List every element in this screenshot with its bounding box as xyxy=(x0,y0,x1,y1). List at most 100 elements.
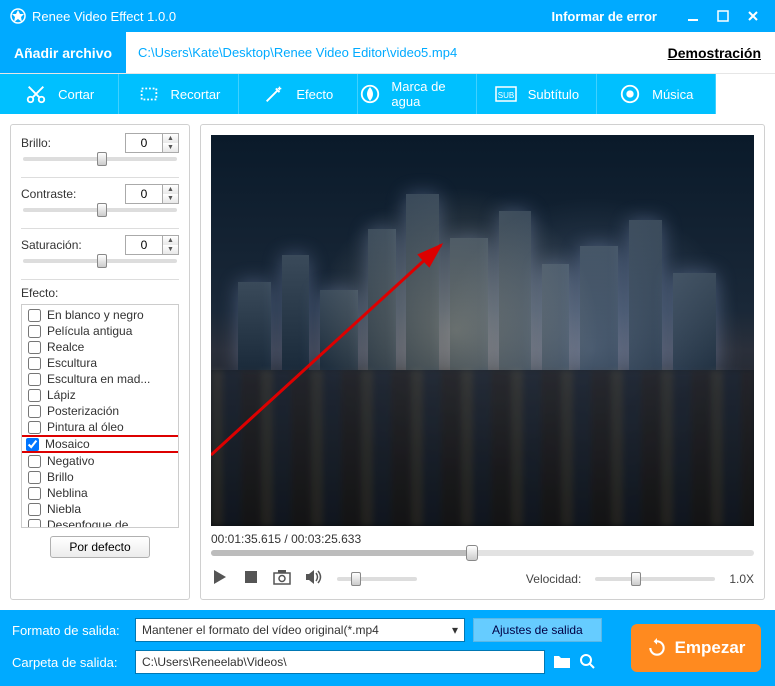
divider xyxy=(21,228,179,229)
report-error-link[interactable]: Informar de error xyxy=(552,9,657,24)
fx-checkbox[interactable] xyxy=(28,357,41,370)
fx-checkbox[interactable] xyxy=(28,487,41,500)
fx-item-label: En blanco y negro xyxy=(47,308,144,322)
maximize-button[interactable] xyxy=(711,4,735,28)
fx-item[interactable]: Neblina xyxy=(22,485,178,501)
preview-panel: 00:01:35.615 / 00:03:25.633 Velocidad: 1… xyxy=(200,124,765,600)
close-button[interactable] xyxy=(741,4,765,28)
fx-checkbox[interactable] xyxy=(28,389,41,402)
add-file-button[interactable]: Añadir archivo xyxy=(0,32,126,73)
fx-checkbox[interactable] xyxy=(28,503,41,516)
fx-item-label: Escultura en mad... xyxy=(47,372,150,386)
video-preview[interactable] xyxy=(211,135,754,526)
slider-thumb[interactable] xyxy=(97,203,107,217)
output-folder-value: C:\Users\Reneelab\Videos\ xyxy=(142,655,287,669)
brightness-input[interactable] xyxy=(126,136,162,150)
divider xyxy=(21,177,179,178)
output-format-combo[interactable]: Mantener el formato del vídeo original(*… xyxy=(135,618,465,642)
demo-link[interactable]: Demostración xyxy=(668,45,761,61)
fx-checkbox[interactable] xyxy=(28,325,41,338)
fx-item-label: Película antigua xyxy=(47,324,132,338)
main-area: Brillo: ▲▼ Contraste: ▲▼ xyxy=(0,114,775,610)
tab-bar: Cortar Recortar Efecto Marca de agua SUB… xyxy=(0,74,775,114)
spin-up-icon[interactable]: ▲ xyxy=(163,236,178,245)
play-button[interactable] xyxy=(211,568,229,589)
slider-thumb[interactable] xyxy=(97,254,107,268)
slider-thumb[interactable] xyxy=(97,152,107,166)
fx-checkbox[interactable] xyxy=(28,341,41,354)
contrast-input[interactable] xyxy=(126,187,162,201)
speed-label: Velocidad: xyxy=(526,572,581,586)
contrast-spinbox[interactable]: ▲▼ xyxy=(125,184,179,204)
fx-checkbox[interactable] xyxy=(28,309,41,322)
output-settings-button[interactable]: Ajustes de salida xyxy=(473,618,602,642)
saturation-spinbox[interactable]: ▲▼ xyxy=(125,235,179,255)
progress-fill xyxy=(211,550,466,556)
spin-up-icon[interactable]: ▲ xyxy=(163,185,178,194)
fx-checkbox[interactable] xyxy=(26,438,39,451)
spin-down-icon[interactable]: ▼ xyxy=(163,143,178,152)
fx-item-label: Niebla xyxy=(47,502,81,516)
tab-recortar[interactable]: Recortar xyxy=(119,74,238,114)
output-folder-label: Carpeta de salida: xyxy=(12,655,127,670)
brightness-spinbox[interactable]: ▲▼ xyxy=(125,133,179,153)
slider-thumb[interactable] xyxy=(631,572,641,586)
fx-item-label: Mosaico xyxy=(45,437,90,451)
fx-item[interactable]: Desenfoque de ... xyxy=(22,517,178,528)
slider-thumb[interactable] xyxy=(351,572,361,586)
brightness-slider[interactable] xyxy=(23,157,177,161)
volume-slider[interactable] xyxy=(337,577,417,581)
saturation-slider[interactable] xyxy=(23,259,177,263)
volume-icon[interactable] xyxy=(305,569,323,588)
fx-checkbox[interactable] xyxy=(28,455,41,468)
output-folder-input[interactable]: C:\Users\Reneelab\Videos\ xyxy=(135,650,545,674)
fx-checkbox[interactable] xyxy=(28,405,41,418)
divider xyxy=(21,279,179,280)
fx-item[interactable]: Posterización xyxy=(22,403,178,419)
app-logo-icon xyxy=(10,8,26,24)
saturation-input[interactable] xyxy=(126,238,162,252)
fx-item[interactable]: Pintura al óleo xyxy=(22,419,178,435)
default-button[interactable]: Por defecto xyxy=(50,536,149,558)
tab-marca-de-agua[interactable]: Marca de agua xyxy=(358,74,477,114)
tab-efecto[interactable]: Efecto xyxy=(239,74,358,114)
fx-item[interactable]: Película antigua xyxy=(22,323,178,339)
fx-item-label: Escultura xyxy=(47,356,97,370)
fx-item[interactable]: Brillo xyxy=(22,469,178,485)
progress-slider[interactable] xyxy=(211,550,754,556)
progress-thumb[interactable] xyxy=(466,545,478,561)
start-button[interactable]: Empezar xyxy=(631,624,761,672)
fx-item[interactable]: Lápiz xyxy=(22,387,178,403)
spin-up-icon[interactable]: ▲ xyxy=(163,134,178,143)
tab-musica[interactable]: Música xyxy=(597,74,716,114)
fx-checkbox[interactable] xyxy=(28,471,41,484)
tab-subtitulo[interactable]: SUB Subtítulo xyxy=(477,74,596,114)
search-folder-button[interactable] xyxy=(579,653,595,672)
fx-item-label: Negativo xyxy=(47,454,94,468)
speed-slider[interactable] xyxy=(595,577,715,581)
fx-item[interactable]: Realce xyxy=(22,339,178,355)
contrast-slider[interactable] xyxy=(23,208,177,212)
fx-list[interactable]: En blanco y negroPelícula antiguaRealceE… xyxy=(21,304,179,528)
fx-item[interactable]: Escultura en mad... xyxy=(22,371,178,387)
time-display: 00:01:35.615 / 00:03:25.633 xyxy=(211,532,754,546)
fx-checkbox[interactable] xyxy=(28,421,41,434)
file-path: C:\Users\Kate\Desktop\Renee Video Editor… xyxy=(126,45,668,60)
stop-button[interactable] xyxy=(243,569,259,588)
tab-cortar[interactable]: Cortar xyxy=(0,74,119,114)
minimize-button[interactable] xyxy=(681,4,705,28)
spin-down-icon[interactable]: ▼ xyxy=(163,194,178,203)
fx-checkbox[interactable] xyxy=(28,373,41,386)
fx-item[interactable]: Escultura xyxy=(22,355,178,371)
fx-item-label: Desenfoque de ... xyxy=(47,518,142,528)
tab-label: Efecto xyxy=(296,87,333,102)
fx-item[interactable]: Niebla xyxy=(22,501,178,517)
fx-item[interactable]: Negativo xyxy=(22,453,178,469)
browse-folder-button[interactable] xyxy=(553,653,571,672)
fx-item[interactable]: Mosaico xyxy=(21,435,179,453)
spin-down-icon[interactable]: ▼ xyxy=(163,245,178,254)
snapshot-button[interactable] xyxy=(273,569,291,588)
fx-item[interactable]: En blanco y negro xyxy=(22,307,178,323)
watermark-icon xyxy=(358,82,381,106)
fx-checkbox[interactable] xyxy=(28,519,41,529)
